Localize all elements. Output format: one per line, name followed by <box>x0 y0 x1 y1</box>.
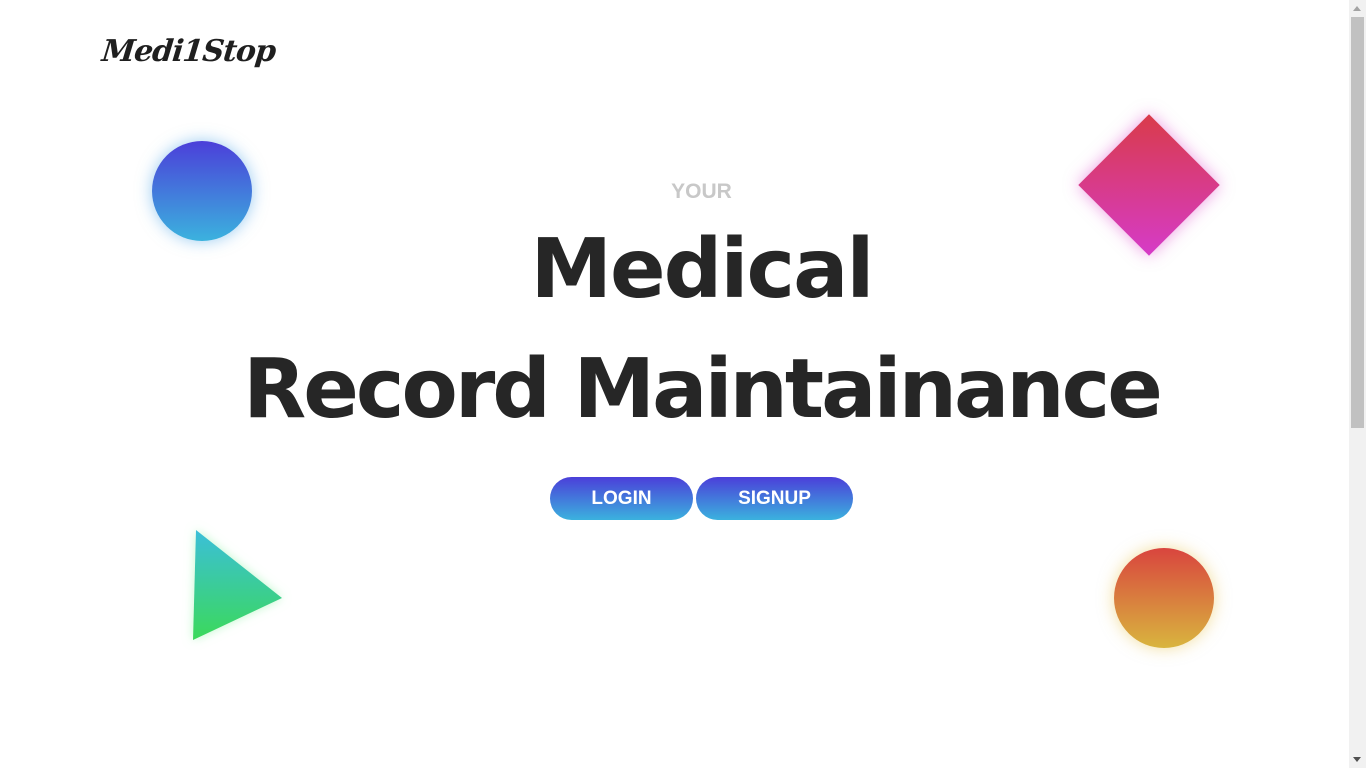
decorative-orange-circle <box>1114 548 1214 648</box>
site-logo[interactable]: Medi1Stop <box>100 30 278 74</box>
hero-eyebrow: YOUR <box>671 180 732 203</box>
decorative-green-triangle <box>193 530 282 640</box>
hero-title-line-2: Record Maintainance <box>243 342 1163 437</box>
vertical-scrollbar[interactable] <box>1349 0 1366 768</box>
login-button[interactable]: LOGIN <box>550 477 693 520</box>
page-viewport: Medi1Stop YOUR Medical Record Maintainan… <box>0 0 1349 768</box>
scroll-down-icon[interactable] <box>1349 751 1366 768</box>
signup-button[interactable]: SIGNUP <box>696 477 853 520</box>
scrollbar-thumb[interactable] <box>1351 17 1364 428</box>
hero-title-line-1: Medical <box>530 222 874 317</box>
scroll-up-icon[interactable] <box>1349 0 1366 17</box>
landing-page: Medi1Stop YOUR Medical Record Maintainan… <box>0 0 1366 768</box>
